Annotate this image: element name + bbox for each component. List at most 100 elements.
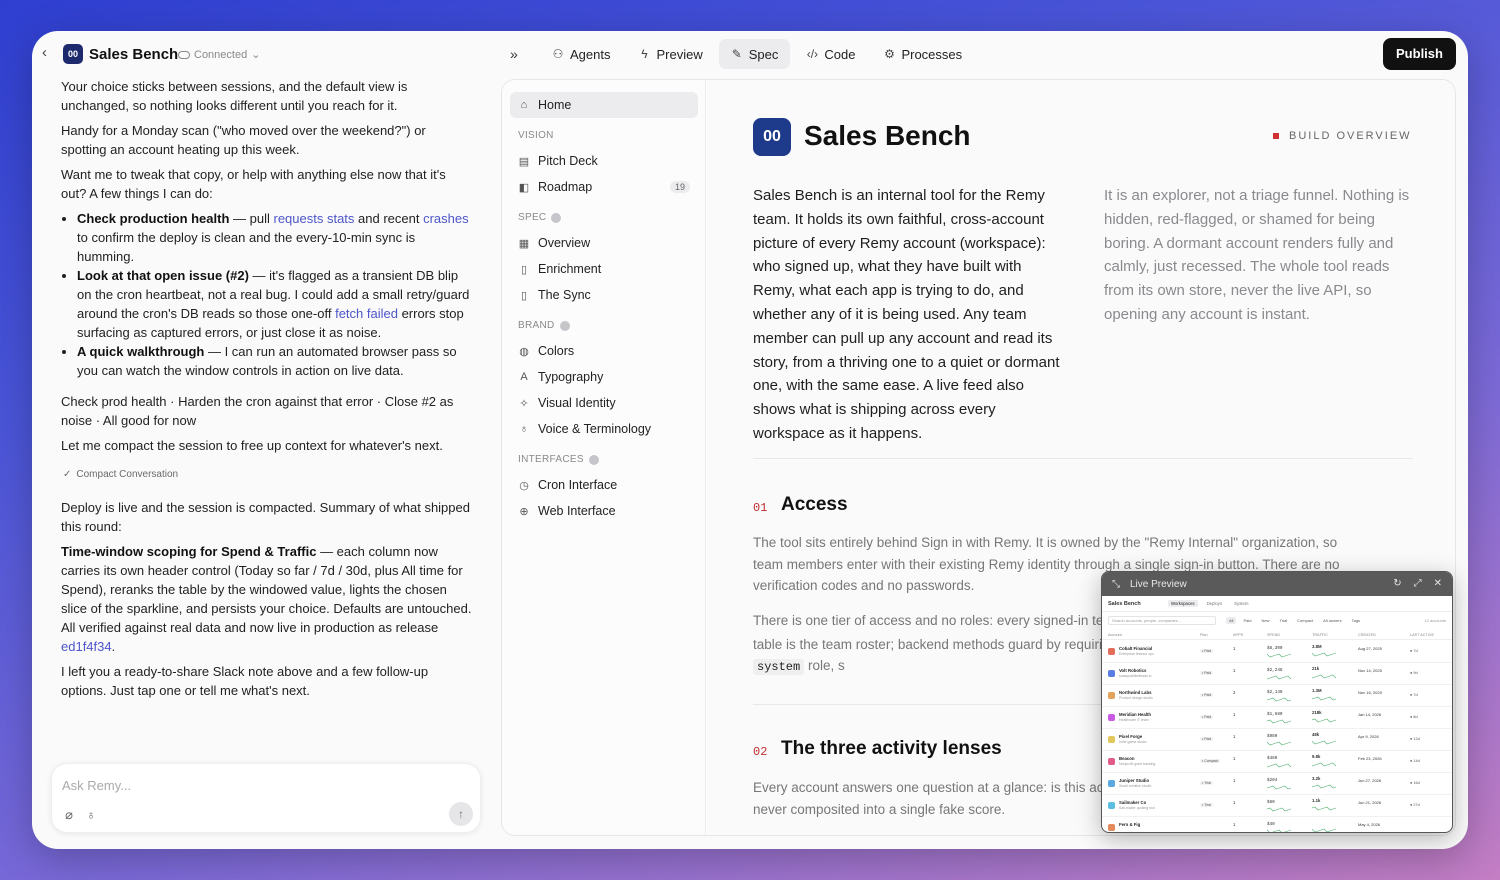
chat-message: Your choice sticks between sessions, and… [61, 79, 408, 113]
sidebar-item-typography[interactable]: A Typography [510, 364, 698, 390]
sidebar-item-label: Enrichment [538, 262, 602, 276]
globe-icon: ⊕ [519, 505, 529, 518]
spend-value: $480 [1267, 756, 1278, 761]
ask-input[interactable] [62, 774, 462, 796]
account-avatar [1108, 714, 1115, 721]
tab-label: Spec [748, 46, 779, 62]
table-row[interactable]: Fern & Fig 1 $40 May 4, 2026 [1102, 817, 1452, 832]
sidebar-item-label: Typography [538, 370, 604, 384]
requests-stats-link[interactable]: requests stats [273, 211, 354, 226]
sparkline [1267, 829, 1292, 832]
live-preview-titlebar[interactable]: ⤡ Live Preview ↻ ⤢ ✕ [1102, 572, 1452, 596]
chat-message: Time-window scoping for Spend & Traffic … [61, 542, 473, 656]
add-icon[interactable] [559, 320, 570, 331]
tags-filter[interactable]: Tags [1349, 617, 1363, 624]
preview-tab-workspaces[interactable]: Workspaces [1168, 600, 1198, 607]
table-row[interactable]: Sailmaker Co Sail-maker quoting tool 1 $60 1… [1102, 795, 1452, 817]
collapse-panel-icon[interactable]: » [510, 39, 530, 69]
refresh-icon[interactable]: ↻ [1393, 578, 1401, 589]
account-name: Northwind Labs [1119, 690, 1152, 695]
tab-code[interactable]: ‹/› Code [794, 39, 867, 69]
filter-chip[interactable]: Trial [1276, 617, 1290, 624]
add-icon[interactable] [588, 454, 599, 465]
shrink-icon[interactable]: ⤡ [1112, 579, 1120, 590]
sidebar-item-web-interface[interactable]: ⊕ Web Interface [510, 498, 698, 524]
close-icon[interactable]: ✕ [1434, 578, 1442, 589]
section-label: VISION [518, 130, 554, 141]
sparkline [1267, 807, 1292, 812]
preview-search-input[interactable]: Search accounts, people, companies… [1108, 616, 1216, 625]
item-text: . [111, 639, 116, 654]
preview-brand: Sales Bench [1108, 601, 1141, 607]
col-header[interactable]: SPEND [1267, 633, 1280, 637]
expand-icon[interactable]: ⤢ [1414, 578, 1422, 589]
sidebar-item-visual-identity[interactable]: ✧ Visual Identity [510, 390, 698, 416]
list-item: Check production health — pull requests … [77, 209, 473, 266]
release-link[interactable]: ed1f4f34 [61, 639, 112, 654]
send-button[interactable]: ↑ [449, 802, 473, 826]
plan-badge: • Compact [1200, 759, 1221, 763]
owner-filter[interactable]: All owners [1320, 617, 1344, 624]
account-name: Meridian Health [1119, 712, 1151, 717]
sidebar-item-overview[interactable]: ▦ Overview [510, 230, 698, 256]
sidebar-item-the-sync[interactable]: ▯ The Sync [510, 282, 698, 308]
view-toolbar: » ⚇ Agents ϟ Preview ✎ Spec ‹/› Code ⚙ P… [510, 39, 974, 69]
sparkline [1312, 784, 1337, 789]
tab-processes[interactable]: ⚙ Processes [871, 39, 974, 69]
account-avatar [1108, 648, 1115, 655]
bolt-icon: ϟ [641, 47, 648, 61]
sidebar-item-roadmap[interactable]: ◧ Roadmap 19 [510, 174, 698, 200]
table-row[interactable]: Beacon Nonprofit grant tracking 1 $480 9.8k F… [1102, 751, 1452, 773]
tab-agents[interactable]: ⚇ Agents [540, 39, 622, 69]
section-vision: VISION [518, 130, 554, 141]
edit-icon: ✎ [731, 47, 742, 61]
chat-transcript: Your choice sticks between sessions, and… [61, 77, 473, 757]
sparkline [1312, 718, 1337, 723]
paperclip-icon[interactable]: ⌀ [62, 808, 76, 822]
filter-chip[interactable]: Paid [1240, 617, 1254, 624]
tab-preview[interactable]: ϟ Preview [626, 39, 714, 69]
table-row[interactable]: Pixel Forge Indie game studio 1 $980 48k Apr … [1102, 729, 1452, 751]
app-name: Sales Bench [89, 46, 179, 63]
sidebar-item-label: The Sync [538, 288, 591, 302]
preview-tab-system[interactable]: System [1231, 600, 1251, 607]
sidebar-item-colors[interactable]: ◍ Colors [510, 338, 698, 364]
col-header[interactable]: TRAFFIC [1312, 633, 1328, 637]
sidebar-item-pitch-deck[interactable]: ▤ Pitch Deck [510, 148, 698, 174]
created-date: Nov 14, 2025 [1358, 668, 1382, 673]
preview-table-header: Account Plan APPS SPEND TRAFFIC CREATED … [1102, 632, 1452, 640]
table-row[interactable]: Juniper Studio Small creative studio 1 $204… [1102, 773, 1452, 795]
fetch-failed-link[interactable]: fetch failed [335, 306, 398, 321]
tab-label: Code [824, 46, 856, 62]
check-icon: ✓ [63, 469, 72, 480]
filter-chip[interactable]: Compact [1294, 617, 1316, 624]
sidebar-item-label: Colors [538, 344, 575, 358]
connection-status[interactable]: Connected ⌄ [178, 48, 260, 61]
filter-chip[interactable]: All [1226, 617, 1237, 624]
list-item: Look at that open issue (#2) — it's flag… [77, 266, 473, 342]
back-chevron-icon[interactable]: ‹ [42, 45, 54, 61]
sidebar-item-cron-interface[interactable]: ◷ Cron Interface [510, 472, 698, 498]
table-row[interactable]: Meridian Health Healthcare IT team 1 $1,680… [1102, 707, 1452, 729]
table-row[interactable]: Northwind Labs Product design studio 2 $2,1… [1102, 685, 1452, 707]
created-date: Jun 21, 2026 [1358, 800, 1382, 805]
preview-tab-deploys[interactable]: Deploys [1204, 600, 1226, 607]
plan-badge: • Paid [1200, 693, 1214, 697]
filter-chip[interactable]: New [1258, 617, 1272, 624]
plan-badge: • Paid [1200, 671, 1214, 675]
publish-button[interactable]: Publish [1383, 38, 1456, 70]
tab-spec[interactable]: ✎ Spec [718, 39, 791, 69]
add-icon[interactable] [551, 212, 562, 223]
live-preview-window[interactable]: ⤡ Live Preview ↻ ⤢ ✕ Sales Bench Workspa… [1101, 571, 1453, 833]
microphone-icon[interactable]: ♁ [84, 808, 98, 822]
apps-count: 1 [1233, 734, 1236, 739]
crashes-link[interactable]: crashes [423, 211, 469, 226]
sidebar-item-label: Cron Interface [538, 478, 618, 492]
table-row[interactable]: Cobalt Financial Enterprise finance ops 1 $… [1102, 641, 1452, 663]
sidebar-item-voice[interactable]: ♁ Voice & Terminology [510, 416, 698, 442]
sidebar-item-enrichment[interactable]: ▯ Enrichment [510, 256, 698, 282]
apps-count: 1 [1233, 712, 1236, 717]
suggestion-list: Check production health — pull requests … [61, 209, 473, 380]
table-row[interactable]: Volt Robotics saasqualifiedleads.io 1 $2,24… [1102, 663, 1452, 685]
sidebar-item-home[interactable]: ⌂ Home [510, 92, 698, 118]
